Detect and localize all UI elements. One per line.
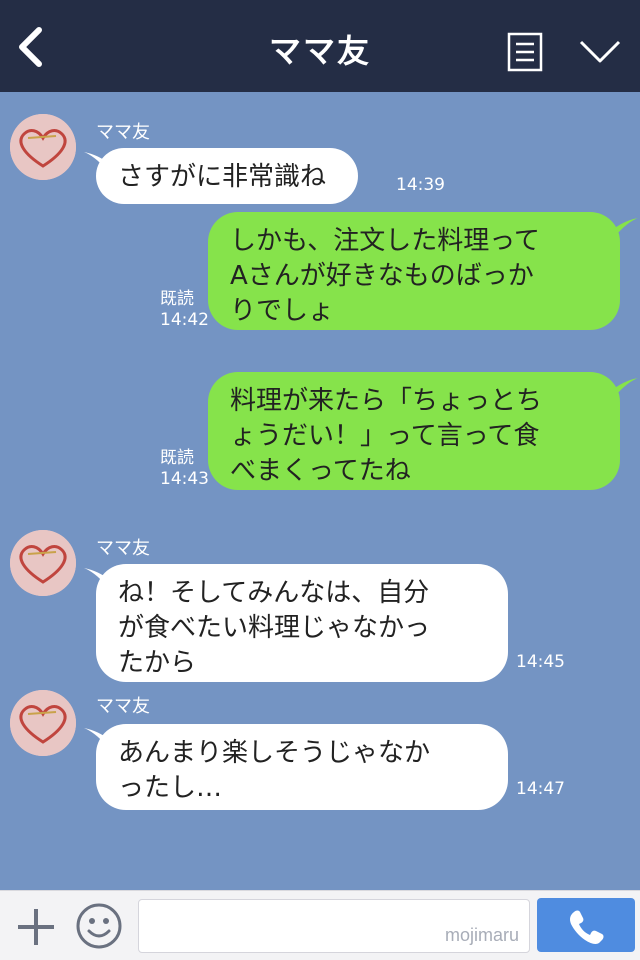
message-bubble[interactable]: しかも、注文した料理って Aさんが好きなものばっか りでしょ <box>208 212 620 330</box>
chevron-down-icon[interactable] <box>578 36 622 66</box>
chat-header: ママ友 <box>0 0 640 92</box>
message-bubble[interactable]: 料理が来たら「ちょっとち ょうだい！」って言って食 べまくってたね <box>208 372 620 490</box>
message-input[interactable]: mojimaru <box>138 899 530 953</box>
read-receipt: 既読 <box>160 289 194 309</box>
smiley-icon[interactable] <box>74 901 124 951</box>
sender-name: ママ友 <box>96 696 150 717</box>
notes-icon[interactable] <box>507 32 543 72</box>
sender-name: ママ友 <box>96 122 150 143</box>
avatar[interactable] <box>10 530 76 596</box>
message-time: 14:47 <box>516 779 565 799</box>
avatar[interactable] <box>10 114 76 180</box>
message-bubble[interactable]: ね！そしてみんなは、自分 が食べたい料理じゃなかっ たから <box>96 564 508 682</box>
message-list[interactable]: ママ友 さすがに非常識ね 14:39 しかも、注文した料理って Aさんが好きなも… <box>0 92 640 890</box>
input-bar: mojimaru <box>0 890 640 960</box>
message-time: 14:45 <box>516 652 565 672</box>
chat-title: ママ友 <box>268 32 371 70</box>
sender-name: ママ友 <box>96 538 150 559</box>
call-button[interactable] <box>537 898 635 952</box>
message-time: 14:39 <box>396 175 445 195</box>
message-bubble[interactable]: さすがに非常識ね <box>96 148 358 204</box>
plus-icon[interactable] <box>14 905 58 949</box>
phone-icon <box>570 910 604 944</box>
watermark: mojimaru <box>444 925 519 945</box>
heart-bracelet-icon <box>10 690 76 756</box>
message-bubble[interactable]: あんまり楽しそうじゃなか ったし… <box>96 724 508 810</box>
avatar[interactable] <box>10 690 76 756</box>
read-receipt: 既読 <box>160 448 194 468</box>
message-time: 14:43 <box>160 469 209 489</box>
heart-bracelet-icon <box>10 530 76 596</box>
message-time: 14:42 <box>160 310 209 330</box>
heart-bracelet-icon <box>10 114 76 180</box>
